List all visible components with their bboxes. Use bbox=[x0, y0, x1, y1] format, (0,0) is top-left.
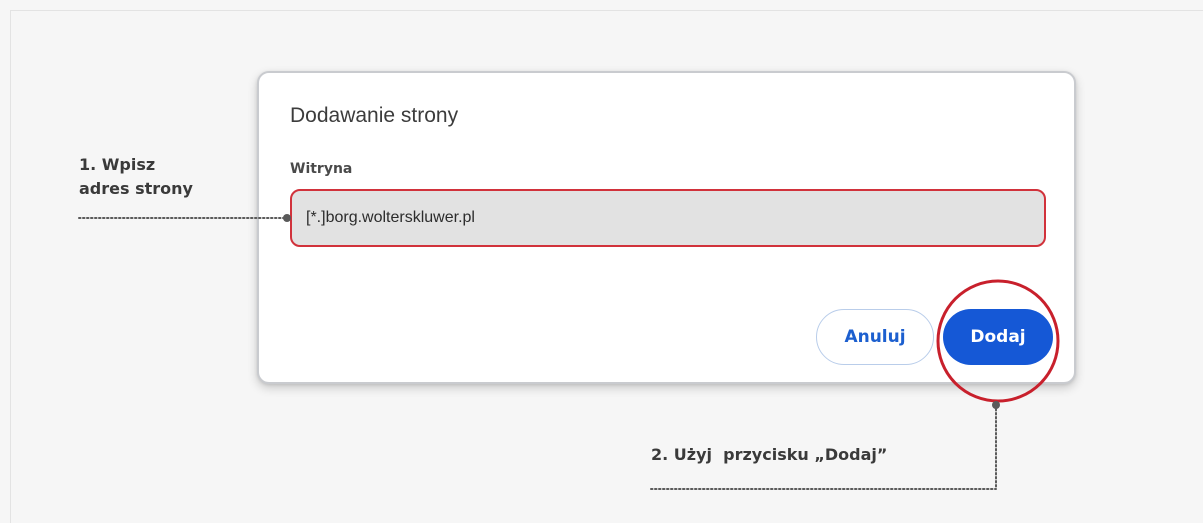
cancel-button[interactable]: Anuluj bbox=[816, 309, 934, 365]
add-site-dialog: Dodawanie strony Witryna Anuluj Dodaj bbox=[257, 71, 1076, 384]
site-input[interactable] bbox=[290, 189, 1046, 247]
annotation-step-2: 2. Użyj przycisku „Dodaj” bbox=[651, 445, 888, 464]
add-button[interactable]: Dodaj bbox=[943, 309, 1053, 365]
annotation-step-1-line-1: 1. Wpisz bbox=[79, 155, 156, 174]
annotation-step-1-line-2: adres strony bbox=[79, 179, 193, 198]
dialog-title: Dodawanie strony bbox=[290, 104, 459, 127]
annotation-step-1: 1. Wpisz adres strony bbox=[79, 153, 193, 201]
site-field-label: Witryna bbox=[290, 161, 353, 177]
